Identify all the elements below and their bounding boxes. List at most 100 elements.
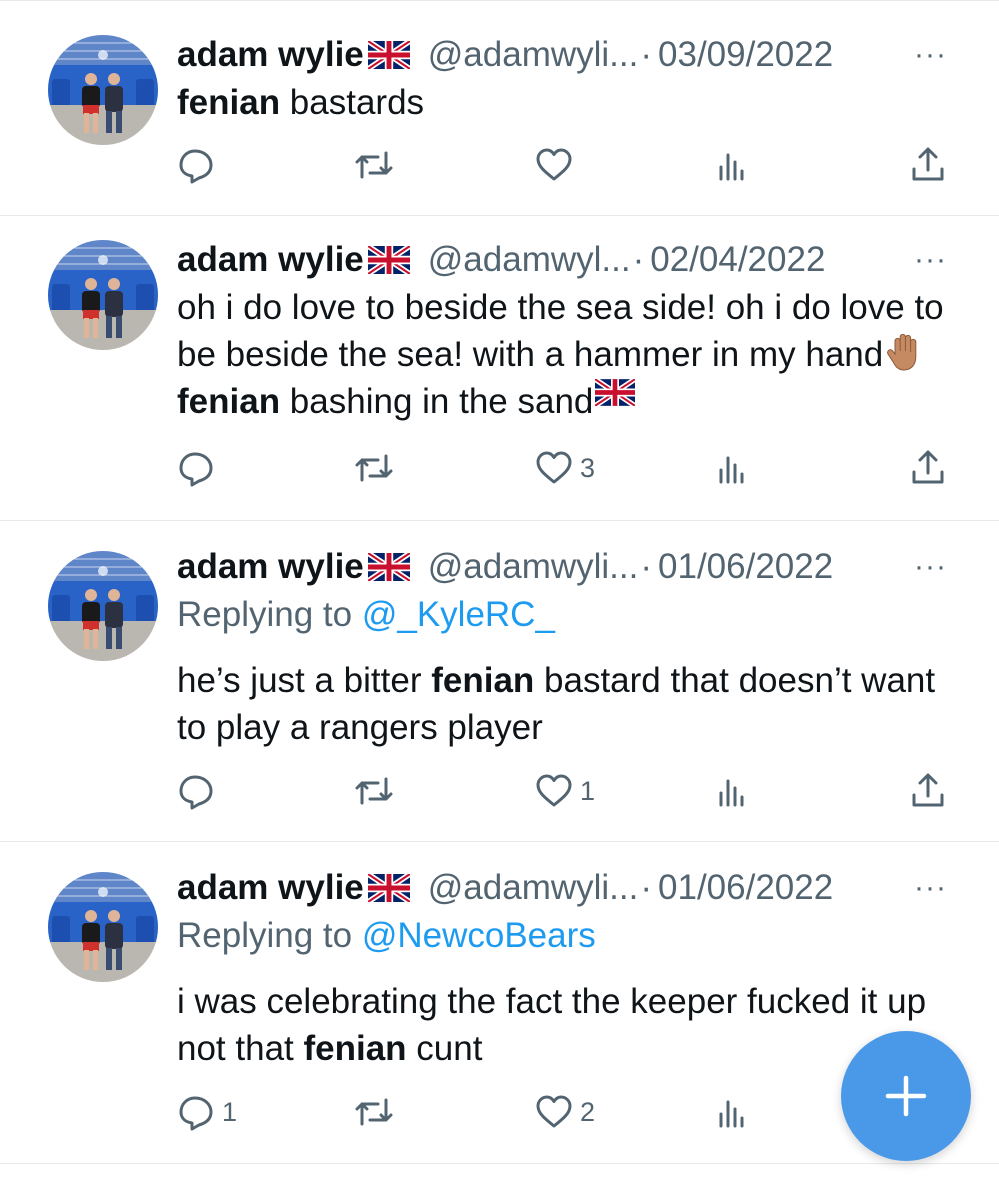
text-run: bashing in the sand — [280, 382, 594, 421]
retweet-icon — [352, 1092, 396, 1132]
retweet-icon — [352, 771, 396, 811]
display-name[interactable]: adam wylie — [177, 33, 364, 77]
mention-link[interactable]: @NewcoBears — [362, 916, 596, 955]
separator-dot: · — [640, 35, 653, 74]
like-button[interactable]: 3 — [534, 448, 595, 488]
timeline: adam wylie @adamwyli... · 03/09/2022 ···… — [0, 0, 999, 1200]
uk-flag-icon — [367, 41, 410, 69]
separator-dot: · — [640, 547, 653, 586]
tweet[interactable]: adam wylie @adamwyli... · 03/09/2022 ···… — [0, 0, 999, 216]
views-button[interactable] — [712, 1092, 752, 1132]
display-name[interactable]: adam wylie — [177, 545, 364, 589]
tweet-text: i was celebrating the fact the keeper fu… — [177, 978, 957, 1072]
tweet-text: fenian bastards — [177, 79, 947, 126]
mention-link[interactable]: @_KyleRC_ — [362, 595, 555, 634]
text-run: i was celebrating the fact the keeper fu… — [177, 982, 927, 1068]
plus-icon — [885, 1075, 927, 1117]
tweet-date[interactable]: 01/06/2022 — [658, 866, 833, 910]
display-name[interactable]: adam wylie — [177, 238, 364, 282]
reply-icon — [176, 771, 216, 811]
like-button[interactable]: 2 — [534, 1092, 595, 1132]
views-button[interactable] — [712, 145, 752, 185]
tweet-header: adam wylie @adamwyli... · 01/06/2022 — [177, 866, 947, 910]
reply-icon — [176, 1092, 216, 1132]
retweet-icon — [352, 145, 396, 185]
heart-icon — [534, 145, 574, 185]
retweet-button[interactable] — [352, 1092, 396, 1132]
text-run: bastards — [280, 83, 425, 122]
share-icon — [908, 771, 948, 811]
tweet-header: adam wylie @adamwyli... · 01/06/2022 — [177, 545, 947, 589]
replying-to-label: Replying to — [177, 595, 362, 634]
heart-icon — [534, 771, 574, 811]
tweet[interactable]: adam wylie @adamwyli... · 01/06/2022 ···… — [0, 521, 999, 842]
retweet-icon — [352, 448, 396, 488]
share-button[interactable] — [908, 448, 948, 488]
like-button[interactable] — [534, 145, 574, 185]
avatar[interactable] — [48, 35, 158, 145]
reply-button[interactable] — [176, 771, 216, 811]
reply-button[interactable]: 1 — [176, 1092, 237, 1132]
views-button[interactable] — [712, 771, 752, 811]
uk-flag-emoji — [595, 379, 636, 419]
views-icon — [712, 1092, 752, 1132]
tweet-actions — [46, 145, 947, 205]
tweet-text: oh i do love to beside the sea side! oh … — [177, 284, 957, 425]
text-run: he’s just a bitter — [177, 661, 432, 700]
tweet-actions: 1 — [46, 771, 947, 831]
share-icon — [908, 448, 948, 488]
replying-to: Replying to @_KyleRC_ — [177, 593, 947, 637]
tweet-date[interactable]: 01/06/2022 — [658, 545, 833, 589]
retweet-button[interactable] — [352, 145, 396, 185]
share-button[interactable] — [908, 145, 948, 185]
tweet-actions: 3 — [46, 448, 947, 508]
compose-button[interactable] — [841, 1031, 971, 1161]
tweet[interactable]: adam wylie @adamwyl... · 02/04/2022 ··· … — [0, 216, 999, 521]
reply-icon — [176, 145, 216, 185]
user-handle[interactable]: @adamwyli... — [428, 866, 639, 910]
user-handle[interactable]: @adamwyli... — [428, 33, 639, 77]
tweet-date[interactable]: 02/04/2022 — [650, 238, 825, 282]
uk-flag-icon — [367, 874, 410, 902]
heart-icon — [534, 448, 574, 488]
uk-flag-icon — [367, 553, 410, 581]
more-options-icon[interactable]: ··· — [914, 545, 947, 589]
tweet-header: adam wylie @adamwyli... · 03/09/2022 — [177, 33, 947, 77]
retweet-button[interactable] — [352, 448, 396, 488]
like-count: 3 — [580, 452, 596, 483]
user-handle[interactable]: @adamwyli... — [428, 545, 639, 589]
user-handle[interactable]: @adamwyl... — [428, 238, 631, 282]
share-button[interactable] — [908, 771, 948, 811]
separator-dot: · — [640, 868, 653, 907]
reply-count: 1 — [222, 1096, 238, 1127]
display-name[interactable]: adam wylie — [177, 866, 364, 910]
reply-icon — [176, 448, 216, 488]
views-icon — [712, 771, 752, 811]
like-button[interactable]: 1 — [534, 771, 595, 811]
views-button[interactable] — [712, 448, 752, 488]
highlighted-term: fenian — [177, 83, 281, 122]
raised-hand-emoji — [885, 332, 925, 372]
tweet-date[interactable]: 03/09/2022 — [658, 33, 833, 77]
avatar[interactable] — [48, 551, 158, 661]
tweet-text: he’s just a bitter fenian bastard that d… — [177, 657, 937, 751]
avatar[interactable] — [48, 872, 158, 982]
heart-icon — [534, 1092, 574, 1132]
more-options-icon[interactable]: ··· — [914, 866, 947, 910]
replying-to: Replying to @NewcoBears — [177, 914, 947, 958]
uk-flag-icon — [367, 246, 410, 274]
like-count: 2 — [580, 1096, 596, 1127]
highlighted-term: fenian — [431, 661, 535, 700]
reply-button[interactable] — [176, 448, 216, 488]
retweet-button[interactable] — [352, 771, 396, 811]
text-run: oh i do love to beside the sea side! oh … — [177, 288, 944, 374]
views-icon — [712, 145, 752, 185]
avatar[interactable] — [48, 240, 158, 350]
more-options-icon[interactable]: ··· — [914, 33, 947, 77]
text-run: cunt — [406, 1029, 483, 1068]
like-count: 1 — [580, 775, 596, 806]
separator-dot: · — [632, 240, 645, 279]
reply-button[interactable] — [176, 145, 216, 185]
views-icon — [712, 448, 752, 488]
more-options-icon[interactable]: ··· — [914, 238, 947, 282]
